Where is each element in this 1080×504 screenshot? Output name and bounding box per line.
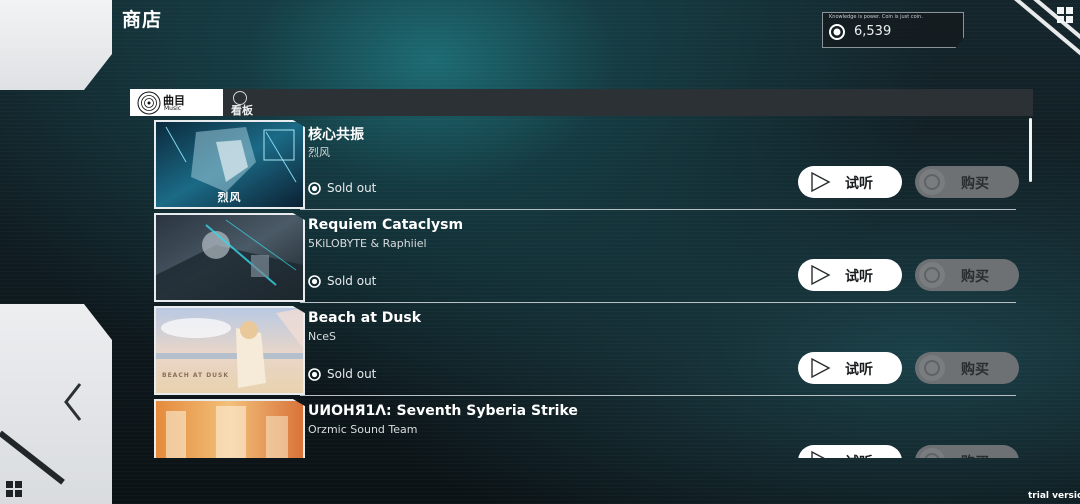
song-title: Requiem Cataclysm [308,217,464,233]
coin-icon [919,169,945,195]
play-icon [811,171,831,193]
song-title: UИOHЯ1Λ: Seventh Syberia Strike [308,403,578,419]
buy-button[interactable]: 购买 [915,352,1019,384]
coin-balance: Knowledge is power. Coin is just coin. 6… [822,12,964,48]
back-button[interactable] [60,380,86,424]
song-jacket[interactable] [154,399,305,458]
listen-button[interactable]: 试听 [798,352,902,384]
listen-label: 试听 [845,452,873,458]
jacket-art [156,308,303,393]
sold-status-label: Sold out [327,274,377,288]
sold-icon [308,274,321,288]
listen-label: 试听 [845,176,873,192]
grid-icon[interactable] [6,481,22,497]
play-icon [811,357,831,379]
buy-label: 购买 [961,176,989,192]
song-artist: Orzmic Sound Team [308,423,418,436]
buy-label: 购买 [961,269,989,285]
list-item: 烈风 核心共振 烈风 Sold out 试听 购买 [130,118,1030,210]
list-item: UИOHЯ1Λ: Seventh Syberia Strike Orzmic S… [130,397,1030,458]
listen-label: 试听 [845,269,873,285]
buy-button[interactable]: 购买 [915,445,1019,458]
sold-icon [308,181,321,195]
coin-icon [919,448,945,458]
sold-status: Sold out [308,181,376,195]
row-divider [300,209,1016,210]
tab-music-sublabel: Music [164,105,182,112]
play-icon [811,450,825,458]
buy-label: 购买 [961,362,989,378]
row-divider [300,302,1016,303]
trial-version-label: trial version [1028,491,1080,501]
list-item: Requiem Cataclysm 5KiLOBYTE & Raphiiel S… [130,211,1030,303]
sold-status: Sold out [308,367,376,381]
play-icon [811,264,831,286]
listen-button[interactable]: 试听 [798,166,902,198]
buy-button[interactable]: 购买 [915,259,1019,291]
listen-button[interactable]: 试听 [798,445,902,458]
song-title: 核心共振 [308,127,364,143]
chevron-left-icon [64,383,82,421]
menu-grid-icon[interactable] [1057,7,1073,23]
song-jacket[interactable] [154,213,305,302]
song-list[interactable]: 烈风 核心共振 烈风 Sold out 试听 购买 Requiem Catacl… [130,118,1033,458]
category-tabs: 曲目 Music 看板 [130,89,1033,117]
tab-board-label: 看板 [231,104,253,117]
song-jacket[interactable]: 烈风 [154,120,305,209]
song-title: Beach at Dusk [308,310,421,326]
coin-amount: 6,539 [854,24,892,39]
coin-icon [829,24,845,40]
sold-icon [308,367,321,381]
coin-icon [919,355,945,381]
jacket-art [156,401,303,458]
jacket-caption: BEACH AT DUSK [162,372,230,379]
listen-button[interactable]: 试听 [798,259,902,291]
sold-status-label: Sold out [327,181,377,195]
disc-icon [137,91,161,115]
coin-motto: Knowledge is power. Coin is just coin. [829,14,923,20]
page-title: 商店 [122,9,163,31]
tab-music[interactable]: 曲目 Music [130,89,223,116]
song-artist: NceS [308,330,337,343]
buy-button[interactable]: 购买 [915,166,1019,198]
coin-icon [919,262,945,288]
tab-board[interactable]: 看板 [231,89,271,117]
scrollbar[interactable] [1029,118,1032,182]
sold-status: Sold out [308,274,376,288]
song-artist: 烈风 [308,146,330,159]
row-divider [300,395,1016,396]
song-jacket[interactable]: BEACH AT DUSK [154,306,305,395]
jacket-art [156,215,303,300]
listen-label: 试听 [845,362,873,378]
buy-label: 购买 [961,452,989,458]
list-item: BEACH AT DUSK Beach at Dusk NceS Sold ou… [130,304,1030,396]
jacket-caption: 烈风 [217,191,242,204]
song-artist: 5KiLOBYTE & Raphiiel [308,237,427,250]
sold-status-label: Sold out [327,367,377,381]
